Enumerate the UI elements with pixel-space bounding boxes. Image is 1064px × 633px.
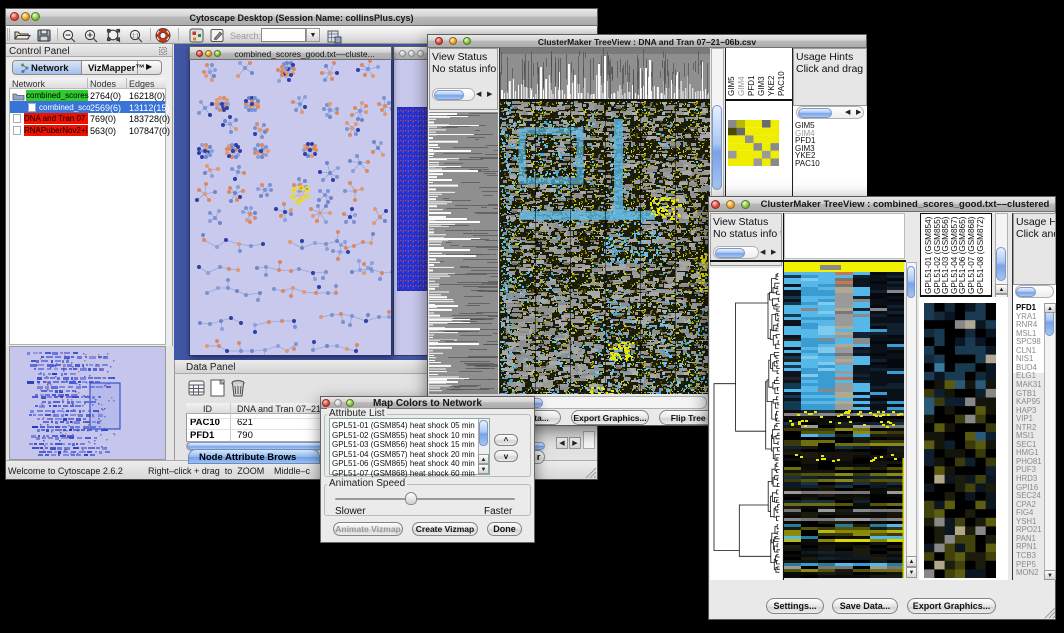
svg-text:1:1: 1:1 xyxy=(132,34,139,40)
